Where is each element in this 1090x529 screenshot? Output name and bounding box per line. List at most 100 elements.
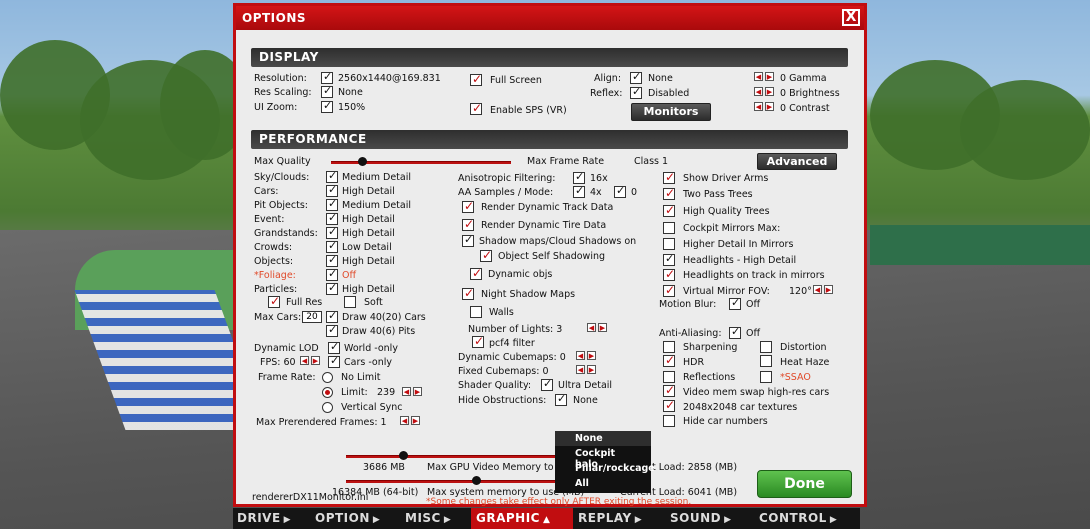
- dropdown-option-cockpit-halo[interactable]: Cockpit halo: [555, 446, 651, 470]
- cars-only-checkbox[interactable]: [328, 354, 340, 368]
- nav-misc[interactable]: MISC ▶: [405, 508, 471, 529]
- close-icon[interactable]: X: [842, 9, 860, 26]
- res-scaling-value[interactable]: None: [338, 87, 363, 99]
- sharpening-checkbox[interactable]: [663, 341, 675, 353]
- fov-decrease-icon[interactable]: ◀: [813, 285, 822, 294]
- headlights-track-checkbox[interactable]: [663, 267, 675, 281]
- soft-checkbox[interactable]: [344, 296, 356, 308]
- lights-decrease-icon[interactable]: ◀: [587, 323, 596, 332]
- cars-checkbox[interactable]: [326, 183, 338, 197]
- ui-zoom-value[interactable]: 150%: [338, 102, 365, 114]
- contrast-increase-icon[interactable]: ▶: [765, 102, 774, 111]
- virtual-mirror-checkbox[interactable]: [663, 283, 675, 297]
- sky-clouds-value[interactable]: Medium Detail: [342, 172, 411, 184]
- pit-objects-checkbox[interactable]: [326, 197, 338, 211]
- nav-option[interactable]: OPTION ▶: [315, 508, 401, 529]
- grandstands-checkbox[interactable]: [326, 225, 338, 239]
- nav-drive[interactable]: DRIVE ▶: [237, 508, 311, 529]
- max-cars-input[interactable]: 20: [302, 311, 322, 323]
- aa-samples-value[interactable]: 4x: [590, 187, 602, 199]
- motion-blur-checkbox[interactable]: [729, 296, 741, 310]
- resolution-value[interactable]: 2560x1440@169.831: [338, 73, 441, 85]
- anti-aliasing-checkbox[interactable]: [729, 325, 741, 339]
- align-checkbox[interactable]: [630, 70, 642, 84]
- no-limit-radio[interactable]: [322, 372, 333, 383]
- two-pass-trees-checkbox[interactable]: [663, 186, 675, 200]
- event-value[interactable]: High Detail: [342, 214, 395, 226]
- nav-graphic[interactable]: GRAPHIC ▲: [471, 508, 573, 529]
- done-button[interactable]: Done: [757, 470, 852, 498]
- render-track-checkbox[interactable]: [462, 199, 474, 213]
- limit-decrease-icon[interactable]: ◀: [402, 387, 411, 396]
- video-mem-swap-checkbox[interactable]: [663, 383, 675, 397]
- walls-checkbox[interactable]: [470, 306, 482, 318]
- hide-obstructions-checkbox[interactable]: [555, 392, 567, 406]
- lights-increase-icon[interactable]: ▶: [598, 323, 607, 332]
- gamma-increase-icon[interactable]: ▶: [765, 72, 774, 81]
- enable-sps-checkbox[interactable]: [470, 101, 482, 115]
- system-memory-slider[interactable]: [346, 480, 556, 483]
- nav-replay[interactable]: REPLAY ▶: [578, 508, 662, 529]
- hq-trees-checkbox[interactable]: [663, 203, 675, 217]
- motion-blur-value[interactable]: Off: [746, 299, 760, 311]
- aniso-value[interactable]: 16x: [590, 173, 608, 185]
- hide-obstructions-dropdown[interactable]: None Cockpit halo Pillar/rockcage All: [555, 431, 655, 493]
- distortion-checkbox[interactable]: [760, 341, 772, 353]
- quality-slider-knob[interactable]: [358, 157, 367, 166]
- sky-clouds-checkbox[interactable]: [326, 169, 338, 183]
- dyn-cubemaps-decrease-icon[interactable]: ◀: [576, 351, 585, 360]
- dynamic-objs-checkbox[interactable]: [470, 266, 482, 280]
- hide-obstructions-value[interactable]: None: [573, 395, 598, 407]
- ui-zoom-checkbox[interactable]: [321, 99, 333, 113]
- pit-objects-value[interactable]: Medium Detail: [342, 200, 411, 212]
- shadow-maps-checkbox[interactable]: [462, 233, 474, 247]
- event-checkbox[interactable]: [326, 211, 338, 225]
- hide-car-numbers-checkbox[interactable]: [663, 415, 675, 427]
- full-screen-checkbox[interactable]: [470, 72, 482, 86]
- dropdown-option-pillar-rockcage[interactable]: Pillar/rockcage: [555, 461, 655, 476]
- headlights-high-checkbox[interactable]: [663, 252, 675, 266]
- shader-quality-value[interactable]: Ultra Detail: [558, 380, 612, 392]
- align-value[interactable]: None: [648, 73, 673, 85]
- gpu-memory-slider[interactable]: [346, 455, 556, 458]
- fps-decrease-icon[interactable]: ◀: [300, 356, 309, 365]
- limit-radio[interactable]: [322, 387, 333, 398]
- foliage-value[interactable]: Off: [342, 270, 356, 282]
- fixed-cubemaps-decrease-icon[interactable]: ◀: [576, 365, 585, 374]
- gamma-decrease-icon[interactable]: ◀: [754, 72, 763, 81]
- cockpit-mirrors-checkbox[interactable]: [663, 222, 675, 234]
- dyn-cubemaps-increase-icon[interactable]: ▶: [587, 351, 596, 360]
- res-scaling-checkbox[interactable]: [321, 84, 333, 98]
- system-memory-slider-knob[interactable]: [472, 476, 481, 485]
- higher-detail-mirrors-checkbox[interactable]: [663, 238, 675, 250]
- ssao-checkbox[interactable]: [760, 371, 772, 383]
- render-tire-checkbox[interactable]: [462, 217, 474, 231]
- dropdown-option-all[interactable]: All: [555, 476, 651, 491]
- limit-increase-icon[interactable]: ▶: [413, 387, 422, 396]
- world-only-checkbox[interactable]: [328, 340, 340, 354]
- particles-value[interactable]: High Detail: [342, 284, 395, 296]
- advanced-button[interactable]: Advanced: [757, 153, 837, 170]
- cars-value[interactable]: High Detail: [342, 186, 395, 198]
- pcf4-checkbox[interactable]: [472, 334, 484, 348]
- foliage-checkbox[interactable]: [326, 267, 338, 281]
- aa-samples-checkbox[interactable]: [573, 184, 585, 198]
- aa-mode-checkbox[interactable]: [614, 184, 626, 198]
- nav-sound[interactable]: SOUND ▶: [670, 508, 750, 529]
- grandstands-value[interactable]: High Detail: [342, 228, 395, 240]
- full-res-checkbox[interactable]: [268, 294, 280, 308]
- prerendered-decrease-icon[interactable]: ◀: [400, 416, 409, 425]
- particles-checkbox[interactable]: [326, 281, 338, 295]
- crowds-checkbox[interactable]: [326, 239, 338, 253]
- draw-40-20-checkbox[interactable]: [326, 309, 338, 323]
- aniso-checkbox[interactable]: [573, 170, 585, 184]
- fov-increase-icon[interactable]: ▶: [824, 285, 833, 294]
- objects-checkbox[interactable]: [326, 253, 338, 267]
- monitors-button[interactable]: Monitors: [631, 103, 711, 121]
- nav-control[interactable]: CONTROL ▶: [759, 508, 859, 529]
- brightness-increase-icon[interactable]: ▶: [765, 87, 774, 96]
- shader-quality-checkbox[interactable]: [541, 377, 553, 391]
- object-self-checkbox[interactable]: [480, 248, 492, 262]
- draw-40-6-checkbox[interactable]: [326, 323, 338, 337]
- crowds-value[interactable]: Low Detail: [342, 242, 392, 254]
